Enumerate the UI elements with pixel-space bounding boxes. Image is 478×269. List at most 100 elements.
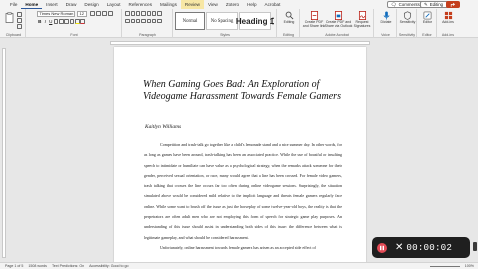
page-count[interactable]: Page 1 of 5 [5,264,23,268]
tab-references[interactable]: References [125,0,157,9]
underline-button[interactable]: U [48,19,54,25]
request-signatures-button[interactable]: Request Signatures [351,10,373,28]
tab-view[interactable]: View [204,0,222,9]
ribbon: Clipboard Times New Roman 12 B I U Font [0,9,478,38]
cut-icon[interactable] [17,12,22,17]
styles-more-icon[interactable]: ▾ [272,21,274,26]
pdf-link-icon [310,11,318,20]
style-no-spacing[interactable]: No Spacing [206,12,238,30]
numbering-icon[interactable] [130,11,136,16]
font-size-select[interactable]: 12 [77,11,87,17]
styles-group-label: Styles [220,33,230,38]
styles-group: Normal No Spacing Heading 1 ▴ ▾ Styles [174,9,277,38]
document-page[interactable]: When Gaming Goes Bad: An Exploration of … [114,47,366,269]
word-count[interactable]: 1508 words [28,264,47,268]
editing-group-label: Editing [283,33,294,38]
status-bar: Page 1 of 5 1508 words Text Predictions:… [0,262,478,269]
screen-recorder-widget: ✕ 00:00:02 [372,237,470,258]
tab-file[interactable]: File [6,0,21,9]
multilevel-list-icon[interactable] [135,11,141,16]
tab-mailings[interactable]: Mailings [156,0,181,9]
document-author: Kaitlyn Williams [145,124,182,130]
paragraph-group-label: Paragraph [139,33,156,38]
shrink-font-icon[interactable] [96,11,101,16]
sensitivity-group: Sensitivity Sensitivity [398,9,417,38]
text-predictions-status[interactable]: Text Predictions: On [52,264,84,268]
editing-button-label: Editing [283,20,295,24]
sensitivity-group-label: Sensitivity [398,33,416,38]
change-case-icon[interactable] [102,11,107,16]
pause-icon [380,245,384,250]
comments-label: Comments [398,2,420,7]
vertical-ruler[interactable] [2,48,6,258]
increase-indent-icon[interactable] [146,11,152,16]
dictate-button[interactable]: Dictate [376,10,396,24]
align-left-icon[interactable] [125,18,130,24]
editor-button[interactable]: Editor [418,10,437,24]
paragraph-group: Paragraph [123,9,173,38]
adobe-acrobat-group-label: Adobe Acrobat [325,33,349,38]
align-center-icon[interactable] [130,18,136,24]
addins-label: Add-ins [442,20,454,24]
font-group-label: Font [70,33,78,38]
create-pdf-share-link-button[interactable]: Create PDF and Share link [302,10,326,28]
align-right-icon[interactable] [135,18,141,24]
style-normal[interactable]: Normal [175,12,205,30]
tab-layout[interactable]: Layout [103,0,125,9]
borders-icon[interactable] [157,18,162,24]
tab-draw[interactable]: Draw [62,0,81,9]
decrease-indent-icon[interactable] [141,11,146,16]
sensitivity-label: Sensitivity [399,20,416,24]
body-paragraph: Competition and trash-talk go together l… [144,142,342,240]
tab-home[interactable]: Home [21,0,43,9]
tab-insert[interactable]: Insert [42,0,62,9]
comments-button[interactable]: 🗨 Comments [387,1,424,8]
horizontal-ruler[interactable] [110,41,370,45]
clipboard-group-label: Clipboard [5,33,22,38]
comment-icon: 🗨 [391,1,397,7]
clear-formatting-icon[interactable] [108,11,113,16]
font-name-select[interactable]: Times New Roman [37,11,75,17]
styles-scroll-icon[interactable]: ▴ [272,15,274,20]
font-color-icon[interactable] [80,19,85,24]
copy-icon[interactable] [17,18,22,23]
superscript-icon[interactable] [64,19,69,24]
tab-design[interactable]: Design [80,0,102,9]
font-group: Times New Roman 12 B I U Font [27,9,122,38]
tab-acrobat[interactable]: Acrobat [261,0,285,9]
justify-icon[interactable] [141,18,146,24]
share-button[interactable] [446,1,460,8]
show-marks-icon[interactable] [157,11,162,16]
tab-zotero[interactable]: Zotero [222,0,243,9]
paste-icon[interactable] [5,12,14,23]
pdf-outlook-icon [334,11,343,20]
subscript-icon[interactable] [59,19,64,24]
bullets-icon[interactable] [125,11,130,16]
recording-stop-button[interactable] [377,242,387,253]
line-spacing-icon[interactable] [146,18,152,24]
recorder-handle[interactable] [473,242,477,251]
zoom-slider[interactable] [430,266,460,267]
style-heading-1[interactable]: Heading 1 [236,12,274,30]
sort-icon[interactable] [151,11,157,16]
format-painter-icon[interactable] [17,24,22,29]
strikethrough-icon[interactable] [53,19,59,24]
text-effects-icon[interactable] [69,19,75,24]
editing-button[interactable]: Editing [279,10,299,24]
close-icon[interactable]: ✕ [395,242,403,253]
shading-icon[interactable] [151,18,157,24]
sensitivity-button[interactable]: Sensitivity [398,10,417,24]
highlight-icon[interactable] [75,19,80,24]
microphone-icon [383,11,389,20]
grow-font-icon[interactable] [90,11,95,16]
addins-grid-icon [444,11,452,20]
tab-help[interactable]: Help [243,0,260,9]
recording-timer: 00:00:02 [406,242,453,253]
tab-review[interactable]: Review [180,0,204,9]
zoom-level[interactable]: 100% [465,264,474,268]
editor-group-label: Editor [422,33,432,38]
voice-group: Dictate Voice [375,9,397,38]
addins-button[interactable]: Add-ins [438,10,458,24]
accessibility-status[interactable]: Accessibility: Good to go [89,264,128,268]
create-pdf-outlook-button[interactable]: Create PDF and Share via Outlook [325,10,352,28]
